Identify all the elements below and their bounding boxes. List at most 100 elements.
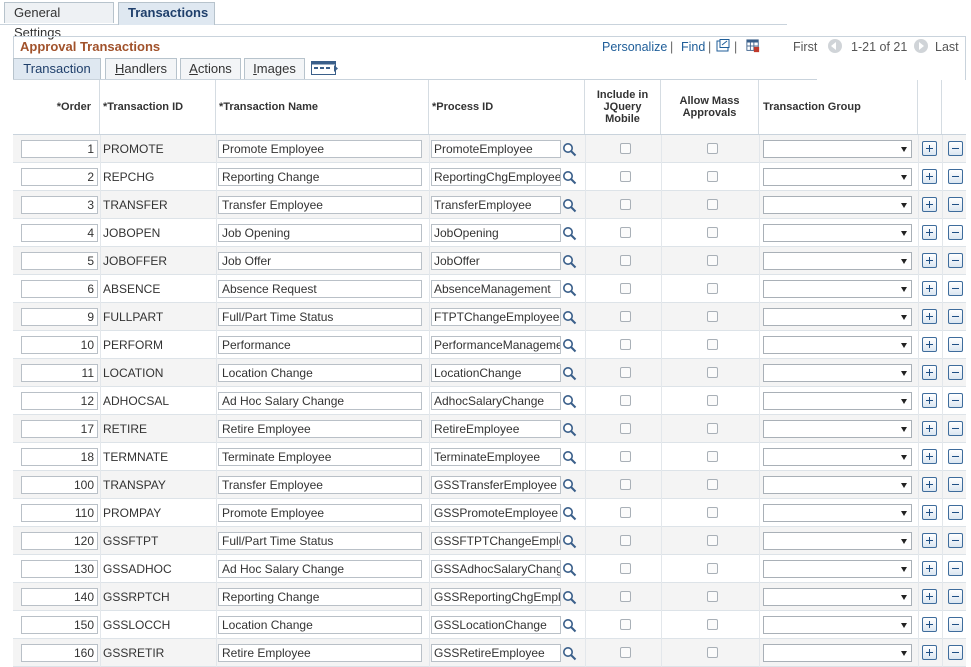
- process-id-input[interactable]: GSSTransferEmployee: [431, 476, 561, 494]
- add-row-button[interactable]: [922, 169, 937, 184]
- transaction-name-input[interactable]: Transfer Employee: [218, 476, 422, 494]
- last-label[interactable]: Last: [935, 40, 959, 54]
- transaction-name-input[interactable]: Job Offer: [218, 252, 422, 270]
- allow-mass-approvals-checkbox[interactable]: [707, 367, 718, 378]
- tab-general-settings[interactable]: General Settings: [4, 2, 114, 40]
- allow-mass-approvals-checkbox[interactable]: [707, 395, 718, 406]
- view-all-icon[interactable]: [716, 39, 730, 53]
- process-id-input[interactable]: GSSRetireEmployee: [431, 644, 561, 662]
- lookup-search-icon[interactable]: [562, 170, 577, 185]
- include-jquery-mobile-checkbox[interactable]: [620, 647, 631, 658]
- lookup-search-icon[interactable]: [562, 450, 577, 465]
- order-input[interactable]: 6: [21, 280, 98, 298]
- transaction-group-select[interactable]: [763, 588, 912, 606]
- transaction-name-input[interactable]: Reporting Change: [218, 168, 422, 186]
- add-row-button[interactable]: [922, 281, 937, 296]
- lookup-search-icon[interactable]: [562, 226, 577, 241]
- transaction-name-input[interactable]: Location Change: [218, 364, 422, 382]
- order-input[interactable]: 17: [21, 420, 98, 438]
- include-jquery-mobile-checkbox[interactable]: [620, 591, 631, 602]
- add-row-button[interactable]: [922, 225, 937, 240]
- process-id-input[interactable]: AdhocSalaryChange: [431, 392, 561, 410]
- order-input[interactable]: 140: [21, 588, 98, 606]
- tab-handlers[interactable]: Handlers: [105, 58, 177, 79]
- add-row-button[interactable]: [922, 589, 937, 604]
- allow-mass-approvals-checkbox[interactable]: [707, 507, 718, 518]
- delete-row-button[interactable]: [948, 169, 963, 184]
- add-row-button[interactable]: [922, 505, 937, 520]
- lookup-search-icon[interactable]: [562, 478, 577, 493]
- transaction-name-input[interactable]: Promote Employee: [218, 504, 422, 522]
- process-id-input[interactable]: ReportingChgEmployee: [431, 168, 561, 186]
- process-id-input[interactable]: JobOffer: [431, 252, 561, 270]
- lookup-search-icon[interactable]: [562, 338, 577, 353]
- show-all-columns-icon[interactable]: [311, 61, 338, 76]
- transaction-group-select[interactable]: [763, 308, 912, 326]
- include-jquery-mobile-checkbox[interactable]: [620, 619, 631, 630]
- include-jquery-mobile-checkbox[interactable]: [620, 171, 631, 182]
- order-input[interactable]: 18: [21, 448, 98, 466]
- transaction-group-select[interactable]: [763, 336, 912, 354]
- add-row-button[interactable]: [922, 561, 937, 576]
- order-input[interactable]: 4: [21, 224, 98, 242]
- process-id-input[interactable]: RetireEmployee: [431, 420, 561, 438]
- order-input[interactable]: 2: [21, 168, 98, 186]
- transaction-group-select[interactable]: [763, 392, 912, 410]
- add-row-button[interactable]: [922, 197, 937, 212]
- transaction-group-select[interactable]: [763, 140, 912, 158]
- order-input[interactable]: 11: [21, 364, 98, 382]
- include-jquery-mobile-checkbox[interactable]: [620, 339, 631, 350]
- order-input[interactable]: 160: [21, 644, 98, 662]
- order-input[interactable]: 1: [21, 140, 98, 158]
- include-jquery-mobile-checkbox[interactable]: [620, 283, 631, 294]
- process-id-input[interactable]: JobOpening: [431, 224, 561, 242]
- delete-row-button[interactable]: [948, 589, 963, 604]
- lookup-search-icon[interactable]: [562, 198, 577, 213]
- transaction-group-select[interactable]: [763, 504, 912, 522]
- allow-mass-approvals-checkbox[interactable]: [707, 227, 718, 238]
- include-jquery-mobile-checkbox[interactable]: [620, 395, 631, 406]
- first-label[interactable]: First: [793, 40, 817, 54]
- transaction-name-input[interactable]: Location Change: [218, 616, 422, 634]
- process-id-input[interactable]: PerformanceManagement: [431, 336, 561, 354]
- allow-mass-approvals-checkbox[interactable]: [707, 591, 718, 602]
- lookup-search-icon[interactable]: [562, 534, 577, 549]
- transaction-name-input[interactable]: Performance: [218, 336, 422, 354]
- include-jquery-mobile-checkbox[interactable]: [620, 507, 631, 518]
- personalize-link[interactable]: Personalize: [602, 40, 667, 54]
- order-input[interactable]: 100: [21, 476, 98, 494]
- add-row-button[interactable]: [922, 365, 937, 380]
- lookup-search-icon[interactable]: [562, 422, 577, 437]
- lookup-search-icon[interactable]: [562, 310, 577, 325]
- transaction-group-select[interactable]: [763, 644, 912, 662]
- allow-mass-approvals-checkbox[interactable]: [707, 283, 718, 294]
- include-jquery-mobile-checkbox[interactable]: [620, 311, 631, 322]
- order-input[interactable]: 9: [21, 308, 98, 326]
- add-row-button[interactable]: [922, 253, 937, 268]
- include-jquery-mobile-checkbox[interactable]: [620, 479, 631, 490]
- transaction-group-select[interactable]: [763, 420, 912, 438]
- order-input[interactable]: 12: [21, 392, 98, 410]
- delete-row-button[interactable]: [948, 253, 963, 268]
- lookup-search-icon[interactable]: [562, 646, 577, 661]
- lookup-search-icon[interactable]: [562, 506, 577, 521]
- delete-row-button[interactable]: [948, 309, 963, 324]
- add-row-button[interactable]: [922, 393, 937, 408]
- allow-mass-approvals-checkbox[interactable]: [707, 171, 718, 182]
- delete-row-button[interactable]: [948, 477, 963, 492]
- process-id-input[interactable]: TerminateEmployee: [431, 448, 561, 466]
- process-id-input[interactable]: GSSLocationChange: [431, 616, 561, 634]
- delete-row-button[interactable]: [948, 141, 963, 156]
- transaction-name-input[interactable]: Job Opening: [218, 224, 422, 242]
- transaction-group-select[interactable]: [763, 168, 912, 186]
- delete-row-button[interactable]: [948, 561, 963, 576]
- transaction-group-select[interactable]: [763, 448, 912, 466]
- find-link[interactable]: Find: [681, 40, 705, 54]
- transaction-name-input[interactable]: Ad Hoc Salary Change: [218, 392, 422, 410]
- delete-row-button[interactable]: [948, 337, 963, 352]
- transaction-group-select[interactable]: [763, 560, 912, 578]
- delete-row-button[interactable]: [948, 225, 963, 240]
- transaction-group-select[interactable]: [763, 616, 912, 634]
- add-row-button[interactable]: [922, 617, 937, 632]
- transaction-name-input[interactable]: Promote Employee: [218, 140, 422, 158]
